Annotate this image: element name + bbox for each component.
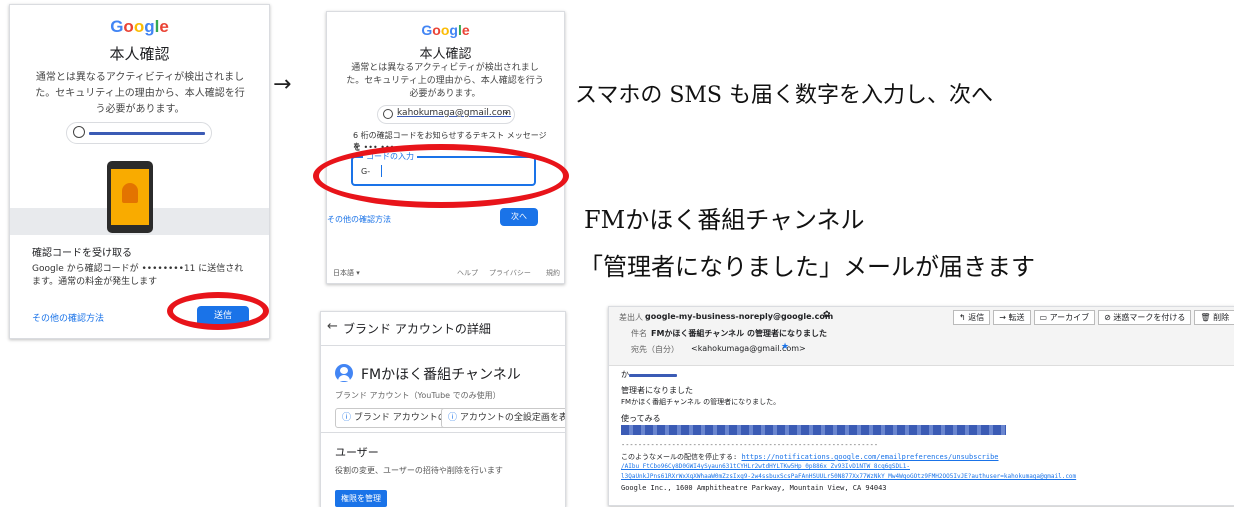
description-text: 通常とは異なるアクティビティが検出されました。セキュリティ上の理由から、本人確認… <box>346 63 544 99</box>
from-label: 差出人 <box>619 313 643 322</box>
description-text: 通常とは異なるアクティビティが検出されました。セキュリティ上の理由から、本人確認… <box>35 72 245 115</box>
highlight-send-button <box>167 292 269 330</box>
other-methods-link[interactable]: その他の確認方法 <box>32 311 104 324</box>
section-heading: 確認コードを受け取る <box>32 248 132 259</box>
brand-account-panel: ← ブランド アカウントの詳細 FMかほく番組チャンネル ブランド アカウント（… <box>320 311 566 507</box>
unsubscribe-link-line3[interactable]: l3QaUnkJPns61RXrWxXqXWhaaW0mZzsIxg9-2w4s… <box>621 473 1227 480</box>
star-icon-blue[interactable]: ★ <box>781 342 789 352</box>
forward-button[interactable]: → 転送 <box>993 310 1031 325</box>
admin-notice: 「管理者になりました」メールが届きます <box>579 253 1035 281</box>
body-text: FMかほく番組チャンネル の管理者になりました。 <box>621 398 781 406</box>
users-heading: ユーザー <box>335 446 379 459</box>
account-subtitle: ブランド アカウント（YouTube でのみ使用） <box>335 391 501 400</box>
subject-value: FMかほく番組チャンネル の管理者になりました <box>651 329 827 338</box>
phone-illustration <box>10 153 269 235</box>
mail-toolbar: ↰ 返信 → 転送 ▭ アーカイブ ⊘ 迷惑マークを付ける 🗑 削除 <box>953 310 1234 326</box>
verification-panel-send: Google 本人確認 通常とは異なるアクティビティが検出されました。セキュリテ… <box>9 4 270 339</box>
reply-label: 返信 <box>968 313 985 322</box>
company-address: Google Inc., 1600 Amphitheatre Parkway, … <box>621 484 887 492</box>
account-settings-label: アカウントの全設定画を表示 <box>459 413 566 423</box>
account-icon <box>383 109 393 119</box>
google-logo: Google <box>421 22 470 38</box>
help-icon: ⓘ <box>342 413 352 423</box>
chevron-down-icon: ⌄ <box>502 107 510 117</box>
forward-label: 転送 <box>1008 313 1025 322</box>
email-panel: 差出人 google-my-business-noreply@google.co… <box>608 306 1234 506</box>
try-heading: 使ってみる <box>621 414 661 423</box>
highlight-code-input <box>313 144 569 208</box>
account-avatar-icon <box>335 364 353 382</box>
account-chip[interactable] <box>66 122 212 144</box>
account-settings-chip[interactable]: ⓘ アカウントの全設定画を表示 <box>441 408 566 428</box>
footer-privacy[interactable]: プライバシー <box>489 268 531 278</box>
spam-label: 迷惑マークを付ける <box>1113 313 1186 322</box>
other-methods-link[interactable]: その他の確認方法 <box>327 214 391 225</box>
users-description: 役割の変更、ユーザーの招待や削除を行います <box>335 466 503 475</box>
footer-help[interactable]: ヘルプ <box>457 268 478 278</box>
send-info-text: Google から確認コードが ••••••••11 に送信されます。通常の料金… <box>32 264 244 287</box>
footer-language-label: 日本語 <box>333 269 354 277</box>
account-icon <box>73 126 85 138</box>
sms-instruction: スマホの SMS も届く数字を入力し、次へ <box>575 83 993 108</box>
footer-language[interactable]: 日本語 ▾ <box>333 268 360 278</box>
delete-label: 削除 <box>1213 313 1230 322</box>
unsubscribe-link-line2[interactable]: /AIbu_FtCbo96Cy8D0GWI4ySyaun631tCYHLr2wt… <box>621 463 910 470</box>
page-title: 本人確認 <box>109 45 170 63</box>
archive-button[interactable]: ▭ アーカイブ <box>1033 310 1096 325</box>
spam-button[interactable]: ⊘ 迷惑マークを付ける <box>1098 310 1192 325</box>
google-logo: Google <box>110 17 169 36</box>
redacted-link[interactable] <box>621 425 1006 435</box>
body-heading: 管理者になりました <box>621 386 693 395</box>
account-chip[interactable]: kahokumaga@gmail.com ⌄ <box>377 105 515 124</box>
info-icon: ⓘ <box>448 413 458 423</box>
subject-label: 件名 <box>631 329 647 338</box>
from-value: google-my-business-noreply@google.com <box>645 312 834 321</box>
star-icon[interactable]: ✿ <box>823 310 831 320</box>
divider-line: ----------------------------------------… <box>621 441 879 449</box>
archive-label: アーカイブ <box>1049 313 1090 322</box>
unsubscribe-text: このようなメールの配信を停止する: https://notifications.… <box>621 452 999 462</box>
back-arrow-icon[interactable]: ← <box>327 319 338 334</box>
channel-name-annotation: FMかほく番組チャンネル <box>584 206 865 234</box>
redacted-name <box>629 374 677 377</box>
delete-button[interactable]: 🗑 削除 <box>1194 310 1234 325</box>
page-title: 本人確認 <box>419 47 472 62</box>
account-email: kahokumaga@gmail.com <box>397 108 512 118</box>
greeting: か <box>621 370 629 379</box>
unsubscribe-link[interactable]: https://notifications.google.com/emailpr… <box>741 453 998 461</box>
bell-icon <box>122 183 138 203</box>
to-label: 宛先（自分） <box>631 345 679 354</box>
channel-name: FMかほく番組チャンネル <box>361 367 521 383</box>
arrow-symbol: → <box>273 72 292 97</box>
redacted-email <box>89 132 205 135</box>
manage-permissions-button[interactable]: 権限を管理 <box>335 490 387 507</box>
footer-terms[interactable]: 規約 <box>546 268 560 278</box>
next-button[interactable]: 次へ <box>500 208 538 226</box>
unsubscribe-prefix: このようなメールの配信を停止する: <box>621 453 738 461</box>
reply-button[interactable]: ↰ 返信 <box>953 310 991 325</box>
email-header: 差出人 google-my-business-noreply@google.co… <box>609 307 1234 366</box>
panel-header: ブランド アカウントの詳細 <box>343 322 491 336</box>
